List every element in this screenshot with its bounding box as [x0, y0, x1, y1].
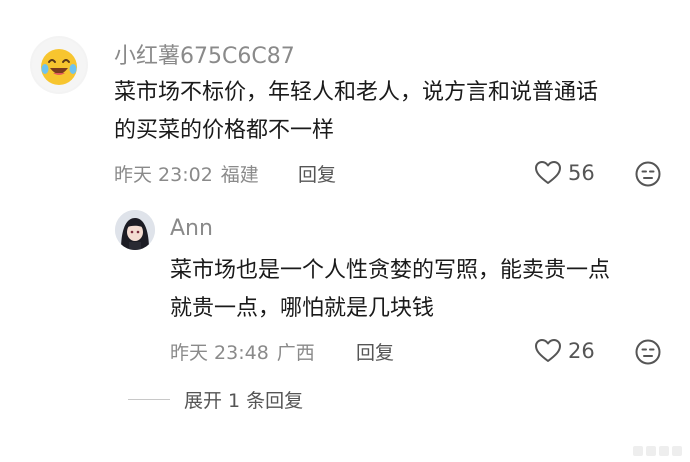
avatar[interactable] — [115, 210, 155, 250]
watermark-block — [646, 446, 656, 456]
location: 福建 — [220, 164, 259, 186]
username[interactable]: Ann — [170, 216, 213, 241]
unimpressed-face-icon — [635, 339, 661, 365]
timestamp: 昨天 23:02 — [114, 164, 213, 186]
reply-button[interactable]: 回复 — [356, 338, 394, 365]
comment-meta: 昨天 23:48 广西 — [170, 338, 315, 365]
like-count: 56 — [568, 161, 595, 185]
comment-meta: 昨天 23:02 福建 — [114, 160, 259, 187]
comment-text-line-1: 菜市场也是一个人性贪婪的写照，能卖贵一点 — [170, 258, 611, 283]
watermark-block — [633, 446, 643, 456]
watermark-block — [672, 446, 682, 456]
unimpressed-face-icon — [635, 161, 661, 187]
heart-outline-icon — [535, 339, 561, 362]
reply-button[interactable]: 回复 — [298, 160, 336, 187]
watermark-block — [659, 446, 669, 456]
like-count: 26 — [568, 339, 595, 363]
like-button[interactable]: 56 — [534, 160, 595, 186]
timestamp: 昨天 23:48 — [170, 342, 269, 364]
watermark — [633, 446, 682, 456]
comment-text-line-2: 的买菜的价格都不一样 — [114, 118, 335, 143]
expand-replies-button[interactable]: 展开 1 条回复 — [128, 386, 303, 413]
comment-text-line-2: 就贵一点，哪怕就是几块钱 — [170, 296, 435, 321]
location: 广西 — [276, 342, 315, 364]
divider-line — [128, 399, 170, 400]
avatar[interactable] — [30, 36, 88, 94]
anime-girl-avatar-icon — [115, 210, 155, 250]
expand-replies-label: 展开 1 条回复 — [184, 390, 304, 412]
like-button[interactable]: 26 — [534, 338, 595, 364]
dislike-button[interactable] — [634, 160, 662, 192]
comment-text-line-1: 菜市场不标价，年轻人和老人，说方言和说普通话 — [114, 80, 599, 105]
dislike-button[interactable] — [634, 338, 662, 370]
heart-outline-icon — [535, 161, 561, 184]
username[interactable]: 小红薯675C6C87 — [114, 38, 295, 70]
laughing-emoji-icon — [32, 38, 86, 92]
